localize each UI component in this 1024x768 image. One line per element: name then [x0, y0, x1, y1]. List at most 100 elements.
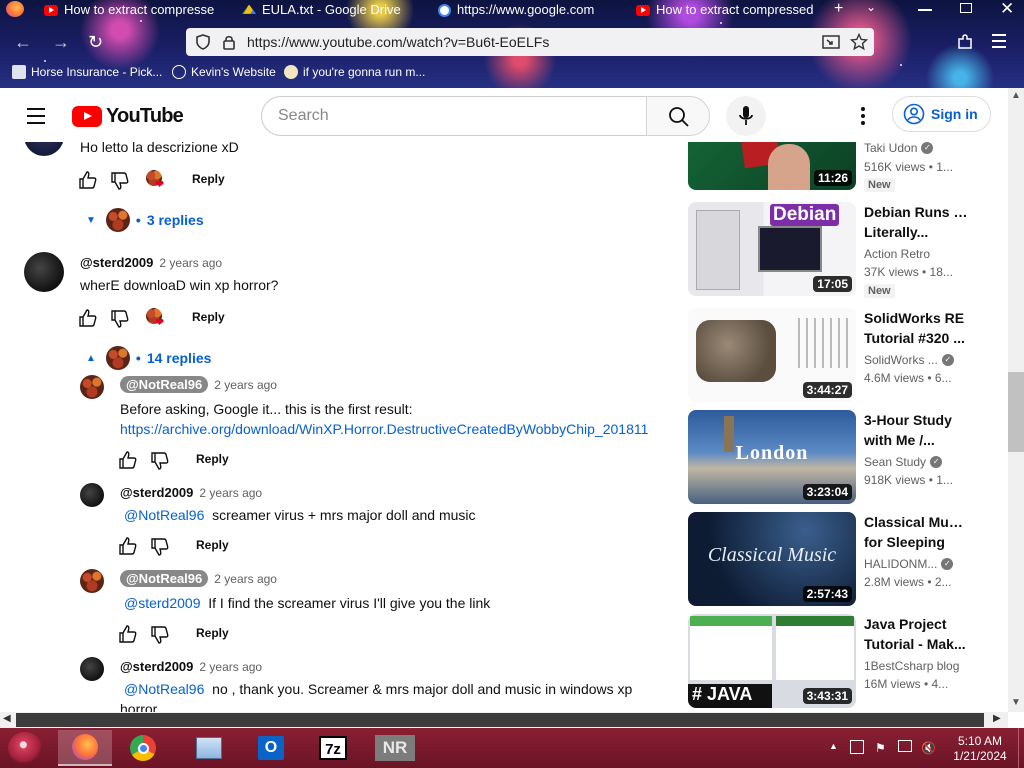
video-channel[interactable]: SolidWorks ... ✓: [864, 353, 954, 367]
video-title[interactable]: Java Project Tutorial - Mak...: [864, 614, 968, 654]
video-channel[interactable]: HALIDONM... ✓: [864, 557, 954, 571]
avatar[interactable]: [80, 483, 104, 507]
avatar[interactable]: [24, 142, 64, 156]
hide-replies-button[interactable]: ▲ • 14 replies: [86, 346, 211, 370]
vertical-scroll-thumb[interactable]: [1008, 372, 1024, 452]
archive-link[interactable]: https://archive.org/download/WinXP.Horro…: [120, 421, 648, 437]
thumbs-up-icon[interactable]: [78, 170, 98, 190]
sign-in-button[interactable]: Sign in: [892, 96, 991, 132]
show-hidden-icons-chevron-icon[interactable]: ▲: [829, 741, 838, 751]
video-title[interactable]: Classical Music for Sleeping: [864, 512, 968, 552]
tab-google-drive[interactable]: EULA.txt - Google Drive: [236, 0, 432, 20]
tab-list-chevron-icon[interactable]: ⌄: [866, 0, 876, 14]
video-thumbnail[interactable]: Classical Music 2:57:43: [688, 512, 856, 606]
video-thumbnail[interactable]: Debian 17:05: [688, 202, 856, 296]
thumbs-down-icon[interactable]: [110, 171, 130, 191]
scroll-left-arrow-icon[interactable]: ◀: [3, 713, 11, 724]
comment-author[interactable]: @sterd2009: [80, 255, 153, 270]
reply-button[interactable]: Reply: [192, 310, 225, 324]
thumbs-up-icon[interactable]: [78, 308, 98, 328]
video-channel[interactable]: 1BestCsharp blog: [864, 659, 959, 673]
comment-author[interactable]: @sterd2009: [120, 485, 193, 500]
comment-time[interactable]: 2 years ago: [214, 378, 277, 392]
new-tab-button[interactable]: +: [834, 0, 843, 18]
taskbar-firefox[interactable]: [58, 730, 112, 766]
taskbar-control-panel[interactable]: [182, 730, 236, 766]
show-desktop-button[interactable]: [1018, 728, 1024, 768]
address-bar[interactable]: https://www.youtube.com/watch?v=Bu6t-EoE…: [186, 28, 874, 56]
reply-button[interactable]: Reply: [196, 626, 229, 640]
video-title[interactable]: Debian Runs on Literally...: [864, 202, 968, 242]
network-monitor-icon[interactable]: [850, 740, 864, 754]
bookmark-star-icon[interactable]: [850, 33, 868, 51]
back-arrow-icon[interactable]: ←: [14, 32, 32, 53]
youtube-logo[interactable]: YouTube: [72, 105, 184, 128]
reply-button[interactable]: Reply: [196, 452, 229, 466]
picture-in-picture-icon[interactable]: [822, 34, 840, 50]
thumbs-up-icon[interactable]: [118, 450, 138, 470]
tab-youtube-2[interactable]: How to extract compressed: [630, 0, 826, 20]
comment-time[interactable]: 2 years ago: [214, 572, 277, 586]
reply-button[interactable]: Reply: [196, 538, 229, 552]
thumbs-up-icon[interactable]: [118, 536, 138, 556]
video-thumbnail[interactable]: # JAVA 3:43:31: [688, 614, 856, 708]
speaker-muted-icon[interactable]: 🔇: [921, 741, 936, 755]
lock-icon[interactable]: [222, 34, 236, 50]
app-menu-icon[interactable]: [992, 34, 1006, 48]
video-title[interactable]: 3-Hour Study with Me /...: [864, 410, 968, 450]
thumbs-down-icon[interactable]: [150, 537, 170, 557]
reload-icon[interactable]: ↻: [88, 32, 103, 53]
video-title[interactable]: SolidWorks RE Tutorial #320 ...: [864, 308, 968, 348]
scroll-up-arrow-icon[interactable]: ▲: [1011, 90, 1021, 101]
thumbs-down-icon[interactable]: [110, 309, 130, 329]
comment-time[interactable]: 2 years ago: [199, 660, 262, 674]
network-icon[interactable]: [898, 740, 912, 752]
horizontal-scroll-thumb[interactable]: [16, 713, 984, 727]
video-channel[interactable]: Taki Udon ✓: [864, 142, 934, 155]
mention-link[interactable]: @NotReal96: [124, 507, 204, 523]
thumbs-up-icon[interactable]: [118, 624, 138, 644]
system-clock[interactable]: 5:10 AM 1/21/2024: [952, 734, 1008, 764]
voice-search-button[interactable]: [726, 96, 766, 136]
avatar[interactable]: [80, 375, 104, 399]
view-replies-button[interactable]: ▼ • 3 replies: [86, 208, 204, 232]
mention-link[interactable]: @sterd2009: [124, 595, 200, 611]
bookmark-run-m[interactable]: if you're gonna run m...: [284, 65, 425, 79]
avatar[interactable]: [80, 569, 104, 593]
forward-arrow-icon[interactable]: →: [52, 32, 70, 53]
video-channel[interactable]: Action Retro: [864, 247, 930, 261]
taskbar-chrome[interactable]: [116, 730, 170, 766]
comment-author-chip[interactable]: @NotReal96: [120, 376, 209, 393]
minimize-button[interactable]: [918, 9, 932, 11]
close-window-button[interactable]: ✕: [1000, 0, 1014, 19]
scroll-down-arrow-icon[interactable]: ▼: [1011, 697, 1021, 708]
more-options-icon[interactable]: [861, 107, 865, 125]
reply-button[interactable]: Reply: [192, 172, 225, 186]
comment-author[interactable]: @sterd2009: [120, 659, 193, 674]
search-button[interactable]: [646, 96, 710, 136]
flag-icon[interactable]: ⚑: [875, 741, 886, 755]
firefox-menu-icon[interactable]: [6, 1, 24, 17]
video-channel[interactable]: Sean Study ✓: [864, 455, 943, 469]
thumbs-down-icon[interactable]: [150, 625, 170, 645]
thumbs-down-icon[interactable]: [150, 451, 170, 471]
comment-time[interactable]: 2 years ago: [159, 256, 222, 270]
taskbar-7zip[interactable]: 7z: [306, 730, 360, 766]
search-input[interactable]: Search: [261, 96, 647, 136]
start-button[interactable]: [8, 732, 42, 764]
bookmark-horse-insurance[interactable]: Horse Insurance - Pick...: [12, 65, 162, 79]
shield-icon[interactable]: [195, 34, 211, 50]
extensions-puzzle-icon[interactable]: [956, 33, 974, 51]
comment-time[interactable]: 2 years ago: [199, 486, 262, 500]
maximize-button[interactable]: [960, 3, 972, 13]
comment-author-chip[interactable]: @NotReal96: [120, 570, 209, 587]
avatar[interactable]: [24, 252, 64, 292]
bookmark-kevins-website[interactable]: Kevin's Website: [172, 65, 276, 79]
avatar[interactable]: [80, 657, 104, 681]
video-thumbnail[interactable]: London 3:23:04: [688, 410, 856, 504]
taskbar-nr[interactable]: NR: [368, 730, 422, 766]
video-thumbnail[interactable]: 3:44:27: [688, 308, 856, 402]
mention-link[interactable]: @NotReal96: [124, 681, 204, 697]
tab-youtube-1[interactable]: How to extract compresse: [38, 0, 234, 20]
tab-google[interactable]: https://www.google.com: [432, 0, 628, 20]
